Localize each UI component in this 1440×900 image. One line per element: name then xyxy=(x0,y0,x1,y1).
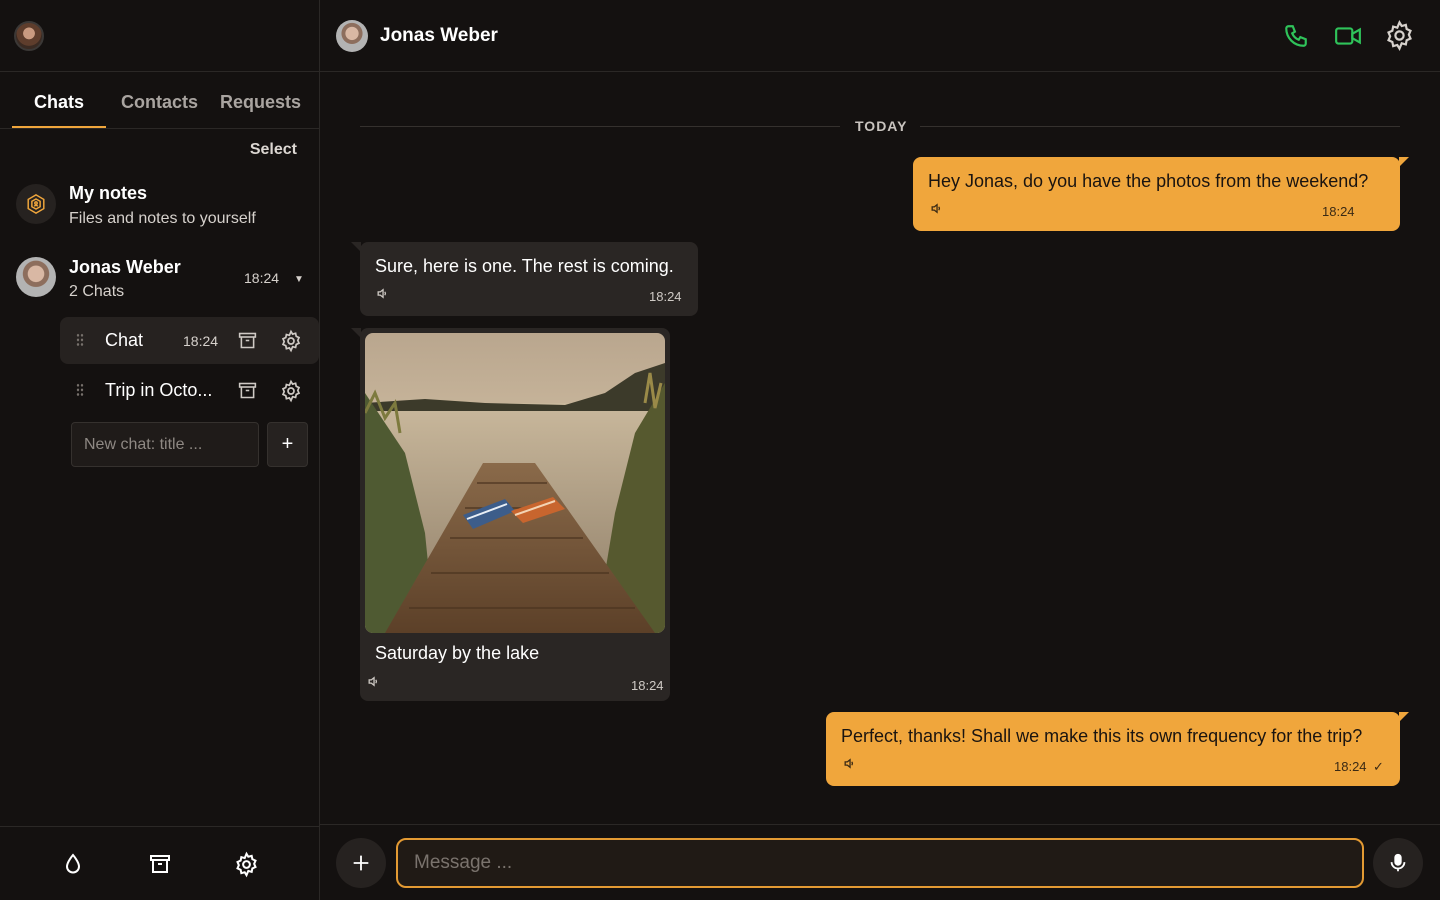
sidebar-tabs: Chats Contacts Requests xyxy=(0,72,320,129)
add-chat-button[interactable]: + xyxy=(267,422,308,467)
message-time: 18:24 xyxy=(631,678,664,693)
message-text: Sure, here is one. The rest is coming. xyxy=(375,256,674,276)
microphone-button[interactable] xyxy=(1373,838,1423,888)
subchat-item[interactable]: Chat 18:24 xyxy=(60,317,319,364)
gear-icon[interactable] xyxy=(233,851,260,883)
speaker-icon[interactable] xyxy=(843,757,856,775)
sidebar-header xyxy=(0,0,319,72)
contact-name: Jonas Weber xyxy=(69,257,181,277)
tab-contacts[interactable]: Contacts xyxy=(121,92,198,113)
speaker-icon[interactable] xyxy=(367,675,380,693)
my-notes-subtitle: Files and notes to yourself xyxy=(69,210,256,227)
archive-icon[interactable] xyxy=(237,330,258,356)
expand-caret-icon[interactable]: ▼ xyxy=(294,274,304,285)
phone-icon[interactable] xyxy=(1283,23,1309,54)
message-time: 18:24 xyxy=(1322,204,1355,219)
contact-chat-count: 2 Chats xyxy=(69,283,125,300)
subchat-title: Trip in Octo... xyxy=(105,380,213,400)
drag-handle-icon[interactable] xyxy=(76,333,84,347)
bubble-tail xyxy=(351,328,361,338)
gear-icon[interactable] xyxy=(279,329,303,358)
active-tab-indicator xyxy=(12,126,106,128)
subchat-title: Chat xyxy=(105,330,144,350)
new-chat-title-input[interactable] xyxy=(71,422,259,467)
archive-icon[interactable] xyxy=(237,380,258,406)
attach-plus-button[interactable] xyxy=(336,838,386,888)
bubble-tail xyxy=(1399,157,1409,167)
tab-chats[interactable]: Chats xyxy=(34,92,84,113)
day-separator-line xyxy=(920,126,1400,127)
bubble-tail xyxy=(1399,712,1409,722)
conversation-header: Jonas Weber xyxy=(320,0,1440,72)
read-checkmark-icon: ✓ xyxy=(1373,759,1384,774)
message-outgoing[interactable]: Hey Jonas, do you have the photos from t… xyxy=(913,157,1409,231)
select-button[interactable]: Select xyxy=(250,141,297,159)
contact-time: 18:24 xyxy=(244,270,280,286)
message-outgoing[interactable]: Perfect, thanks! Shall we make this its … xyxy=(826,712,1409,786)
drag-handle-icon[interactable] xyxy=(76,383,84,397)
bubble-tail xyxy=(351,242,361,252)
contact-avatar[interactable] xyxy=(336,20,368,52)
message-time: 18:24 xyxy=(649,289,682,304)
sidebar: Chats Contacts Requests Select My notes … xyxy=(0,0,320,900)
speaker-icon[interactable] xyxy=(376,287,389,305)
conversation-title: Jonas Weber xyxy=(380,25,498,46)
notes-hexagon-icon xyxy=(16,184,56,224)
contact-avatar xyxy=(16,257,56,297)
message-incoming-image[interactable]: Saturday by the lake 18:24 xyxy=(351,328,670,701)
sidebar-footer xyxy=(0,826,320,900)
conversation-pane: Jonas Weber TODAY Hey Jonas, do you have… xyxy=(320,0,1440,900)
tab-requests[interactable]: Requests xyxy=(220,92,301,113)
subchat-item[interactable]: Trip in Octo... xyxy=(60,367,319,414)
image-caption: Saturday by the lake xyxy=(375,643,540,663)
my-avatar[interactable] xyxy=(14,21,44,51)
subchat-time: 18:24 xyxy=(183,333,219,349)
gear-icon[interactable] xyxy=(1383,19,1416,57)
message-text: Perfect, thanks! Shall we make this its … xyxy=(841,726,1363,746)
droplet-icon[interactable] xyxy=(61,852,85,881)
archive-icon[interactable] xyxy=(148,852,172,881)
lake-dock-photo[interactable] xyxy=(365,333,665,633)
video-camera-icon[interactable] xyxy=(1334,23,1362,54)
message-composer xyxy=(320,824,1440,900)
gear-icon[interactable] xyxy=(279,379,303,408)
message-text: Hey Jonas, do you have the photos from t… xyxy=(928,171,1369,191)
message-incoming[interactable]: Sure, here is one. The rest is coming. 1… xyxy=(351,242,698,316)
message-input[interactable] xyxy=(396,838,1364,888)
message-time: 18:24 xyxy=(1334,759,1367,774)
my-notes-title: My notes xyxy=(69,183,148,203)
speaker-icon[interactable] xyxy=(930,202,943,220)
day-separator-label: TODAY xyxy=(855,118,908,134)
day-separator-line xyxy=(360,126,840,127)
